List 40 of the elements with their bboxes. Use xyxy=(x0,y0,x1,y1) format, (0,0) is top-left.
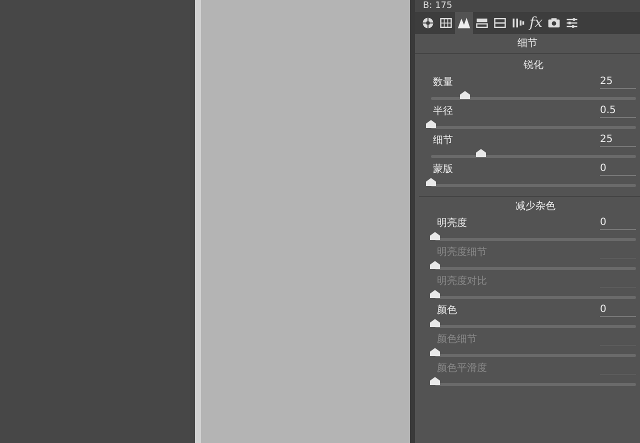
slider[interactable] xyxy=(430,319,636,328)
slider-label: 半径 xyxy=(432,104,453,118)
frame-icon xyxy=(493,16,507,30)
panel-tab[interactable] xyxy=(455,12,473,34)
slider-thumb[interactable] xyxy=(426,120,436,128)
value-field[interactable]: 25 xyxy=(600,133,636,147)
color-readout: B: 175 xyxy=(423,1,452,11)
slider-label: 细节 xyxy=(432,134,453,148)
mountains-icon xyxy=(457,16,471,30)
value-field[interactable]: 0 xyxy=(600,216,636,230)
split-bars-icon xyxy=(475,16,489,30)
section-title: 减少杂色 xyxy=(516,200,556,214)
slider[interactable] xyxy=(426,120,636,129)
slider[interactable] xyxy=(430,290,636,299)
panel-title: 细节 xyxy=(518,36,538,51)
panel-tab[interactable]: fx xyxy=(527,12,545,34)
slider[interactable] xyxy=(430,348,636,357)
slider-label: 颜色 xyxy=(436,304,457,318)
grid-icon xyxy=(439,16,453,30)
value-field[interactable]: 25 xyxy=(600,75,636,89)
slider[interactable] xyxy=(426,178,636,187)
section-title: 锐化 xyxy=(524,58,544,72)
value-field[interactable]: 0 xyxy=(600,162,636,176)
slider[interactable] xyxy=(430,377,636,386)
slider-thumb[interactable] xyxy=(430,319,440,327)
value-field[interactable]: 0.5 xyxy=(600,104,636,118)
slider[interactable] xyxy=(430,232,636,241)
slider-label: 数量 xyxy=(432,76,453,90)
slider-thumb[interactable] xyxy=(476,149,486,157)
slider-label: 蒙版 xyxy=(432,162,453,176)
slider-thumb[interactable] xyxy=(430,232,440,240)
slider-thumb[interactable] xyxy=(426,178,436,186)
sliders-icon xyxy=(565,16,579,30)
aperture-icon xyxy=(421,16,435,30)
bars-icon xyxy=(511,16,525,30)
value-field[interactable]: 0 xyxy=(600,303,636,317)
slider-thumb[interactable] xyxy=(460,91,470,99)
slider[interactable] xyxy=(430,261,636,270)
camera-icon xyxy=(547,16,561,30)
slider-label: 明亮度 xyxy=(436,216,467,230)
